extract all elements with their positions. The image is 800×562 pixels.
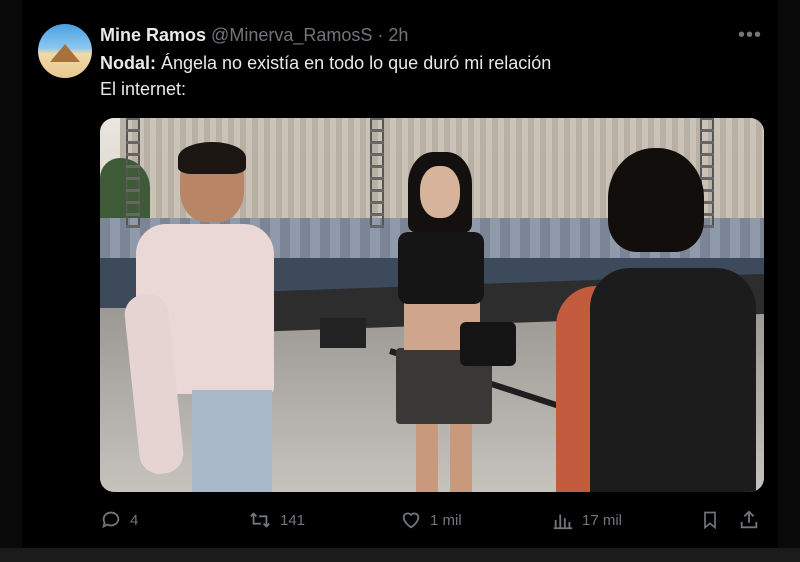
reply-icon: [102, 511, 120, 529]
retweet-count: 141: [280, 511, 306, 529]
photo-truss: [370, 118, 384, 228]
views-count: 17 mil: [582, 511, 623, 529]
tweet-text-line-1: Nodal: Ángela no existía en todo lo que …: [100, 53, 551, 74]
tweet-text-rest: Ángela no existía en todo lo que duró mi…: [156, 53, 552, 73]
display-name[interactable]: Mine Ramos: [100, 25, 206, 45]
tweet-photo[interactable]: [100, 118, 764, 492]
user-handle[interactable]: @Minerva_RamosS: [211, 25, 372, 45]
tweet-actions: 4 141 1 mil 17 mil: [100, 506, 764, 534]
retweet-icon: [250, 512, 270, 528]
pyramid-icon: [50, 44, 80, 62]
photo-person-man: [122, 142, 282, 492]
bookmark-button[interactable]: [700, 506, 720, 534]
photo-speaker: [320, 318, 366, 348]
separator: ·: [377, 25, 384, 45]
retweet-button[interactable]: 141: [248, 506, 305, 534]
like-count: 1 mil: [430, 511, 462, 529]
tweet-text-lead: Nodal:: [100, 53, 156, 73]
timestamp[interactable]: 2h: [388, 25, 408, 45]
photo-person-woman-right: [556, 148, 756, 492]
tweet-header: Mine Ramos @Minerva_RamosS · 2h: [100, 25, 408, 46]
like-icon: [402, 512, 420, 529]
bottom-divider: [0, 548, 800, 562]
reply-button[interactable]: 4: [100, 506, 138, 534]
photo-person-woman-center: [386, 152, 516, 492]
share-button[interactable]: [738, 506, 760, 534]
views-button[interactable]: 17 mil: [552, 506, 622, 534]
share-icon: [740, 510, 758, 529]
avatar[interactable]: [38, 24, 92, 78]
bookmark-icon: [704, 511, 716, 530]
views-icon: [553, 514, 573, 530]
reply-count: 4: [130, 511, 139, 529]
tweet-text-line-2: El internet:: [100, 79, 187, 99]
like-button[interactable]: 1 mil: [400, 506, 462, 534]
more-icon[interactable]: •••: [738, 24, 762, 47]
